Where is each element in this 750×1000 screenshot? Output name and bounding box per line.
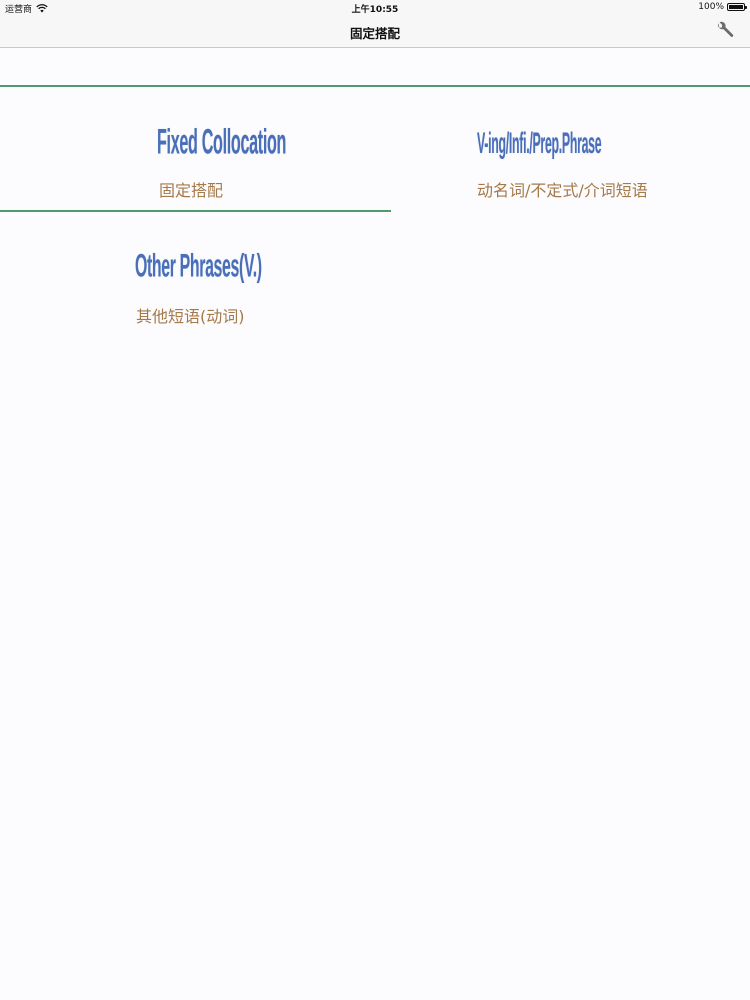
top-divider	[0, 85, 750, 87]
battery-icon	[727, 3, 747, 11]
category-ving-infi-prep[interactable]: V-ing/Infi./Prep.Phrase 动名词/不定式/介词短语	[391, 88, 750, 210]
settings-button[interactable]	[714, 20, 736, 42]
battery-fill	[729, 5, 743, 9]
status-bar: 运营商 上午10:55 100%	[0, 0, 750, 15]
left-column-divider	[0, 210, 391, 212]
category-subtitle: 固定搭配	[159, 181, 224, 200]
category-subtitle: 动名词/不定式/介词短语	[477, 181, 648, 200]
category-other-phrases[interactable]: Other Phrases(V.) 其他短语(动词)	[0, 213, 390, 335]
app-screen: 运营商 上午10:55 100% 固定搭配 Fixed Collocation	[0, 0, 750, 1000]
category-title: V-ing/Infi./Prep.Phrase	[477, 126, 602, 160]
category-fixed-collocation[interactable]: Fixed Collocation 固定搭配	[0, 88, 390, 210]
nav-bar: 固定搭配	[0, 15, 750, 48]
status-right: 100%	[698, 2, 747, 12]
status-time: 上午10:55	[351, 5, 399, 15]
category-subtitle: 其他短语(动词)	[136, 307, 245, 326]
wrench-icon	[718, 21, 734, 37]
nav-title: 固定搭配	[349, 26, 400, 41]
category-title: Fixed Collocation	[157, 121, 287, 162]
category-title: Other Phrases(V.)	[135, 248, 262, 285]
battery-percent: 100%	[698, 2, 724, 12]
